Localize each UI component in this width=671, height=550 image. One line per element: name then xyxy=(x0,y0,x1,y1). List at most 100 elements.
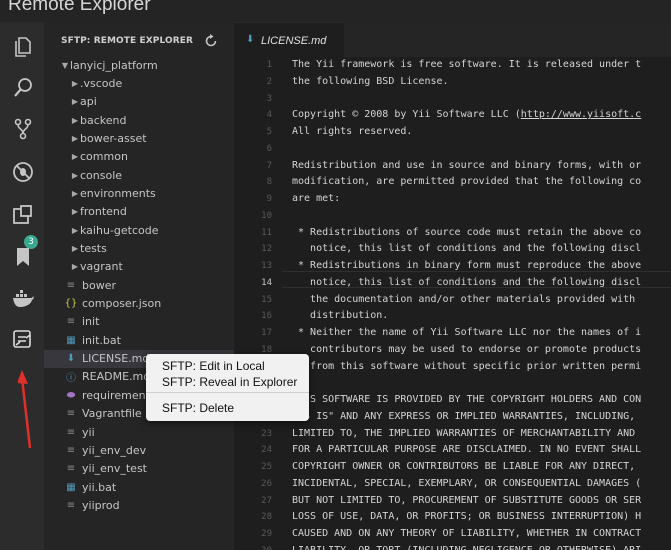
line-number: 9 xyxy=(266,194,272,204)
menu-item-delete[interactable]: SFTP: Delete xyxy=(162,401,234,415)
tree-folder[interactable]: ▶ tests xyxy=(44,240,234,258)
tree-item-label: frontend xyxy=(80,205,127,219)
line-number: 17 xyxy=(261,328,272,338)
code-line: * Redistributions of source code must re… xyxy=(292,226,642,238)
sftp-remote-explorer-icon[interactable] xyxy=(10,327,36,353)
explorer-icon[interactable] xyxy=(10,34,36,60)
file-type-icon: ≡ xyxy=(66,426,76,438)
code-line: CAUSED AND ON ANY THEORY OF LIABILITY, W… xyxy=(292,528,642,539)
code-line: the following BSD License. xyxy=(292,75,449,87)
line-number: 30 xyxy=(234,546,272,550)
code-editor[interactable]: 1234567891011121314151617181920212223242… xyxy=(234,57,671,550)
debug-icon[interactable] xyxy=(10,159,36,185)
chevron-right-icon: ▶ xyxy=(71,170,79,180)
line-number: 4 xyxy=(266,110,272,121)
bookmarks-icon[interactable] xyxy=(10,244,36,270)
chevron-right-icon: ▶ xyxy=(71,78,79,88)
line-number: 10 xyxy=(261,210,272,221)
chevron-right-icon: ▶ xyxy=(71,115,79,125)
tree-folder[interactable]: ▶ environments xyxy=(44,184,234,202)
line-number: 6 xyxy=(266,143,272,154)
line-number: 15 xyxy=(261,294,272,305)
file-type-icon: ≡ xyxy=(66,499,76,511)
code-line: "AS IS" AND ANY EXPRESS OR IMPLIED WARRA… xyxy=(292,410,642,422)
markdown-file-icon: ⬇ xyxy=(246,34,255,45)
code-line: from this software without specific prio… xyxy=(292,360,642,372)
tree-item-label: api xyxy=(80,95,97,109)
tree-item-label: .vscode xyxy=(80,76,123,90)
tree-folder[interactable]: ▶ vagrant xyxy=(44,258,234,276)
line-number: 7 xyxy=(266,160,272,171)
chevron-right-icon: ▶ xyxy=(71,188,79,198)
tree-item-label: tests xyxy=(80,242,107,255)
code-line: notice, this list of conditions and the … xyxy=(292,243,642,255)
line-number: 24 xyxy=(261,445,272,456)
code-line: * Redistributions in binary form must re… xyxy=(292,260,642,271)
tree-folder[interactable]: ▶ api xyxy=(44,93,234,111)
line-number: 12 xyxy=(261,244,272,255)
tree-folder[interactable]: ▶ frontend xyxy=(44,203,234,221)
line-number: 16 xyxy=(261,311,272,322)
tree-item-label: composer.json xyxy=(82,297,162,311)
line-number: 23 xyxy=(261,428,272,439)
file-type-icon: ≡ xyxy=(66,463,76,475)
tree-file[interactable]: ≡ yii_env_test xyxy=(44,460,234,478)
tree-folder[interactable]: ▶ console xyxy=(44,166,234,184)
tree-item-label: environments xyxy=(80,186,156,200)
chevron-right-icon: ▶ xyxy=(71,225,79,235)
code-line: The Yii framework is free software. It i… xyxy=(292,59,642,70)
tree-item-label: yii_env_test xyxy=(82,462,147,476)
url-link[interactable]: http://www.yiisoft.c xyxy=(521,109,641,120)
refresh-icon[interactable] xyxy=(204,34,218,48)
file-type-icon: ▦ xyxy=(66,334,76,346)
source-control-icon[interactable] xyxy=(10,116,36,142)
tree-file[interactable]: {} composer.json xyxy=(44,295,234,313)
tree-file[interactable]: ≡ bower xyxy=(44,276,234,294)
code-line: All rights reserved. xyxy=(292,126,413,137)
tree-folder[interactable]: ▶ backend xyxy=(44,111,234,129)
code-line: BUT NOT LIMITED TO, PROCUREMENT OF SUBST… xyxy=(292,494,642,506)
tree-file[interactable]: ▦ init.bat xyxy=(44,331,234,349)
tree-folder[interactable]: ▶ bower-asset xyxy=(44,129,234,147)
code-line: THIS SOFTWARE IS PROVIDED BY THE COPYRIG… xyxy=(292,394,642,405)
file-type-icon: ⬇ xyxy=(66,353,76,365)
tree-item-label: lanyicj_platform xyxy=(70,58,158,72)
tree-file[interactable]: ≡ yiiprod xyxy=(44,496,234,514)
tree-folder[interactable]: ▶ kaihu-getcode xyxy=(44,221,234,239)
extensions-icon[interactable] xyxy=(10,202,36,228)
code-line: COPYRIGHT OWNER OR CONTRIBUTORS BE LIABL… xyxy=(292,461,642,472)
code-line: the documentation and/or other materials… xyxy=(292,293,642,305)
line-number: 25 xyxy=(261,462,272,472)
tab-license-md[interactable]: ⬇ LICENSE.md xyxy=(234,22,344,57)
code-line: INCIDENTAL, SPECIAL, EXEMPLARY, OR CONSE… xyxy=(292,477,642,489)
line-number: 13 xyxy=(261,261,272,271)
file-type-icon: ⓘ xyxy=(66,373,76,385)
tree-folder[interactable]: ▶ .vscode xyxy=(44,74,234,92)
docker-icon[interactable] xyxy=(10,285,36,311)
search-icon[interactable] xyxy=(10,75,36,101)
line-number: 2 xyxy=(266,76,272,87)
code-line: are met: xyxy=(292,193,341,204)
tree-file[interactable]: ▦ yii.bat xyxy=(44,478,234,496)
menu-item-edit-in-local[interactable]: SFTP: Edit in Local xyxy=(162,359,265,373)
tree-root-folder[interactable]: ▼ lanyicj_platform xyxy=(44,56,234,74)
chevron-right-icon: ▶ xyxy=(71,152,79,162)
chevron-down-icon: ▼ xyxy=(61,60,69,70)
tree-item-label: backend xyxy=(80,113,127,127)
tree-file[interactable]: ≡ yii xyxy=(44,423,234,441)
code-line: modification, are permitted provided tha… xyxy=(292,176,642,188)
code-line: * Neither the name of Yii Software LLC n… xyxy=(292,327,642,338)
title-bar: Remote Explorer xyxy=(0,0,671,22)
code-line: LOSS OF USE, DATA, OR PROFITS; OR BUSINE… xyxy=(292,511,642,523)
tree-item-label: console xyxy=(80,168,123,182)
menu-item-reveal-in-explorer[interactable]: SFTP: Reveal in Explorer xyxy=(162,375,297,389)
tree-item-label: kaihu-getcode xyxy=(80,223,159,237)
tree-file[interactable]: ≡ yii_env_dev xyxy=(44,441,234,459)
file-type-icon: ▦ xyxy=(66,481,76,493)
tree-folder[interactable]: ▶ common xyxy=(44,148,234,166)
code-line: Copyright © 2008 by Yii Software LLC (ht… xyxy=(292,109,642,121)
file-type-icon: {} xyxy=(64,298,78,310)
tree-file[interactable]: ≡ init xyxy=(44,313,234,331)
tree-item-label: yii_env_dev xyxy=(82,443,147,457)
line-number: 27 xyxy=(261,495,272,506)
